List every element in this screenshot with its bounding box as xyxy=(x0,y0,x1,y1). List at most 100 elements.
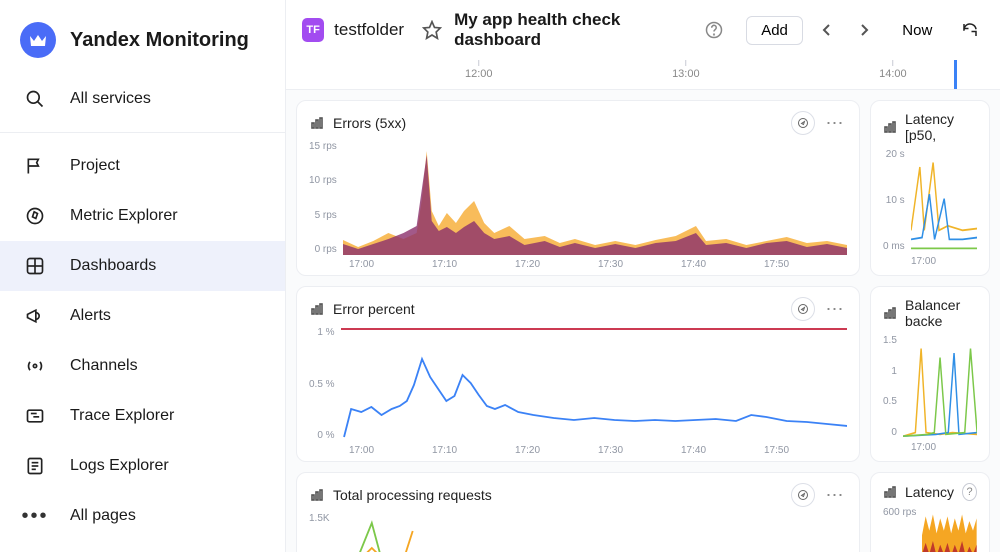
sidebar-item-label: All pages xyxy=(70,507,136,525)
compass-icon xyxy=(24,205,46,227)
chart-icon xyxy=(309,115,325,131)
sidebar-item-label: Alerts xyxy=(70,307,111,325)
chart-plot[interactable] xyxy=(336,513,847,552)
panel-title: Latency [p50, xyxy=(905,111,977,143)
timeline-tick: 12:00 xyxy=(465,60,493,80)
main: TF testfolder My app health check dashbo… xyxy=(286,0,1000,552)
next-button[interactable] xyxy=(851,15,879,45)
crown-icon xyxy=(29,33,47,47)
compass-icon xyxy=(797,489,809,501)
chart-icon xyxy=(883,119,897,135)
panel-title: Errors (5xx) xyxy=(333,115,406,131)
panel-latency-p50: Latency [p50, 20 s 10 s 0 ms xyxy=(870,100,990,276)
add-button[interactable]: Add xyxy=(746,16,803,45)
panel-explore-button[interactable] xyxy=(791,111,815,135)
panel-balancer: Balancer backe 1.5 1 0.5 0 xyxy=(870,286,990,462)
y-axis: 20 s 10 s 0 ms xyxy=(883,149,911,252)
chevron-right-icon xyxy=(858,23,870,37)
grid-icon xyxy=(24,255,46,277)
panel-explore-button[interactable] xyxy=(791,483,815,507)
panel-total-requests: Total processing requests ⋯ 1.5K 1K xyxy=(296,472,860,552)
panel-errors: Errors (5xx) ⋯ 15 rps 10 rps 5 rps 0 rps xyxy=(296,100,860,276)
megaphone-icon xyxy=(24,305,46,327)
panel-error-percent: Error percent ⋯ 1 % 0.5 % 0 % xyxy=(296,286,860,462)
sidebar-item-label: Dashboards xyxy=(70,257,156,275)
chart-icon xyxy=(309,301,325,317)
chart-plot[interactable] xyxy=(341,327,847,441)
panel-title: Balancer backe xyxy=(905,297,977,329)
trace-icon xyxy=(24,405,46,427)
folder-name[interactable]: testfolder xyxy=(334,20,404,40)
dots-icon: ••• xyxy=(24,505,46,527)
sidebar-item-logs-explorer[interactable]: Logs Explorer xyxy=(0,441,285,491)
y-axis: 1.5 1 0.5 0 xyxy=(883,335,903,438)
now-button[interactable]: Now xyxy=(888,17,946,44)
brand: Yandex Monitoring xyxy=(0,14,285,74)
broadcast-icon xyxy=(24,355,46,377)
compass-icon xyxy=(797,117,809,129)
y-axis: 1 % 0.5 % 0 % xyxy=(309,327,341,441)
y-axis: 1.5K 1K xyxy=(309,513,336,552)
panel-menu-button[interactable]: ⋯ xyxy=(823,111,847,135)
chart-icon xyxy=(883,305,897,321)
sidebar-item-label: Channels xyxy=(70,357,138,375)
help-icon[interactable]: ? xyxy=(962,483,977,501)
chart-plot[interactable] xyxy=(922,507,977,552)
panel-title: Total processing requests xyxy=(333,487,492,503)
sidebar-item-label: Logs Explorer xyxy=(70,457,169,475)
panel-menu-button[interactable]: ⋯ xyxy=(823,483,847,507)
chart-icon xyxy=(883,484,897,500)
chart-plot[interactable] xyxy=(903,335,977,438)
help-button[interactable] xyxy=(702,17,726,43)
search-icon xyxy=(24,88,46,110)
timeline-now-marker[interactable] xyxy=(954,60,957,89)
timeline[interactable]: 12:00 13:00 14:00 xyxy=(286,60,1000,90)
sidebar-item-trace-explorer[interactable]: Trace Explorer xyxy=(0,391,285,441)
sidebar: Yandex Monitoring All services Project M… xyxy=(0,0,286,552)
compass-icon xyxy=(797,303,809,315)
sidebar-item-label: All services xyxy=(70,90,151,108)
panel-title: Latency xyxy=(905,484,954,500)
sidebar-item-dashboards[interactable]: Dashboards xyxy=(0,241,285,291)
star-icon xyxy=(422,20,442,40)
x-axis: 17:00 xyxy=(883,438,977,453)
prev-button[interactable] xyxy=(813,15,841,45)
panel-explore-button[interactable] xyxy=(791,297,815,321)
help-icon xyxy=(705,21,723,39)
refresh-icon xyxy=(961,21,979,39)
logs-icon xyxy=(24,455,46,477)
brand-title: Yandex Monitoring xyxy=(70,29,249,52)
chart-plot[interactable] xyxy=(343,141,847,255)
chevron-left-icon xyxy=(821,23,833,37)
sidebar-item-label: Project xyxy=(70,157,120,175)
chart-icon xyxy=(309,487,325,503)
x-axis: 17:00 xyxy=(883,252,977,267)
sidebar-item-label: Metric Explorer xyxy=(70,207,178,225)
timeline-tick: 14:00 xyxy=(879,60,907,80)
timeline-tick: 13:00 xyxy=(672,60,700,80)
panel-title: Error percent xyxy=(333,301,415,317)
folder-badge: TF xyxy=(302,18,324,42)
dashboard-body: Errors (5xx) ⋯ 15 rps 10 rps 5 rps 0 rps xyxy=(286,90,1000,552)
sidebar-item-alerts[interactable]: Alerts xyxy=(0,291,285,341)
panel-menu-button[interactable]: ⋯ xyxy=(823,297,847,321)
sidebar-item-metric-explorer[interactable]: Metric Explorer xyxy=(0,191,285,241)
topbar: TF testfolder My app health check dashbo… xyxy=(286,0,1000,60)
chart-plot[interactable] xyxy=(911,149,977,252)
flag-icon xyxy=(24,155,46,177)
x-axis: 17:0017:1017:2017:3017:4017:50 xyxy=(309,441,847,456)
sidebar-item-all-pages[interactable]: ••• All pages xyxy=(0,491,285,541)
sidebar-item-channels[interactable]: Channels xyxy=(0,341,285,391)
x-axis: 17:0017:1017:2017:3017:4017:50 xyxy=(309,255,847,270)
sidebar-item-label: Trace Explorer xyxy=(70,407,174,425)
sidebar-all-services[interactable]: All services xyxy=(0,74,285,124)
dashboard-title: My app health check dashboard xyxy=(454,10,692,50)
sidebar-separator xyxy=(0,132,285,133)
y-axis: 15 rps 10 rps 5 rps 0 rps xyxy=(309,141,343,255)
y-axis: 600 rps 400 rps xyxy=(883,507,922,552)
refresh-button[interactable] xyxy=(956,15,984,45)
panel-latency: Latency ? 600 rps 400 rps xyxy=(870,472,990,552)
brand-logo xyxy=(20,22,56,58)
sidebar-item-project[interactable]: Project xyxy=(0,141,285,191)
star-button[interactable] xyxy=(420,17,444,43)
